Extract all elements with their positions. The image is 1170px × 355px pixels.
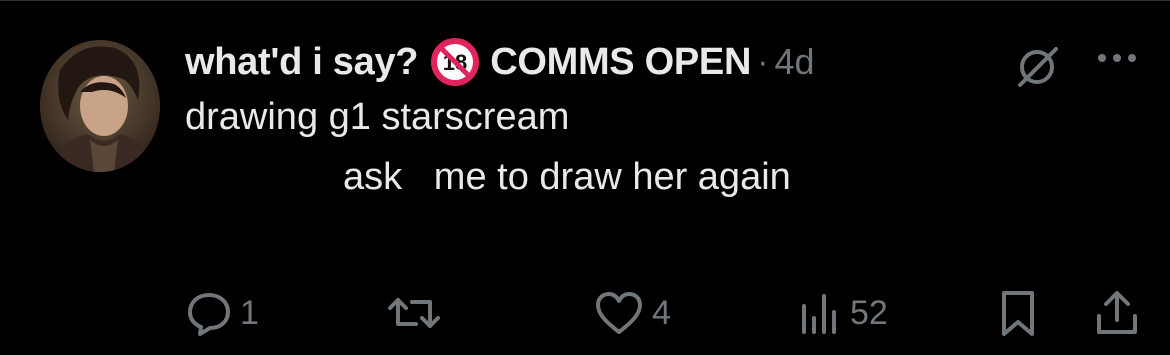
- analytics-icon: [802, 294, 836, 334]
- view-count: 52: [850, 293, 888, 332]
- display-name[interactable]: what'd i say?: [185, 41, 419, 84]
- divider: [0, 0, 1170, 1]
- avatar-image: [40, 40, 160, 172]
- reply-icon: [188, 293, 230, 336]
- heart-icon: [596, 292, 642, 334]
- post-header: what'd i say? 18 COMMS OPEN · 4d: [185, 34, 814, 90]
- action-bar: 1 4 52: [0, 285, 1170, 341]
- repost-icon: [388, 298, 440, 328]
- adult-content-18-icon: 18: [431, 38, 480, 86]
- more-icon: [1098, 54, 1136, 62]
- like-count: 4: [652, 293, 671, 332]
- avatar[interactable]: [40, 40, 160, 172]
- reply-count: 1: [240, 293, 259, 332]
- timestamp[interactable]: 4d: [774, 41, 814, 83]
- views-button[interactable]: 52: [798, 285, 888, 341]
- post-text-line1: drawing g1 starscream: [185, 96, 570, 138]
- bookmark-icon: [1002, 291, 1034, 336]
- reply-button[interactable]: 1: [186, 285, 259, 341]
- like-button[interactable]: 4: [594, 285, 671, 341]
- share-icon: [1097, 291, 1137, 334]
- bookmark-button[interactable]: [996, 285, 1040, 341]
- more-button[interactable]: [1090, 42, 1144, 72]
- repost-button[interactable]: [386, 285, 442, 341]
- share-button[interactable]: [1094, 285, 1140, 341]
- separator-dot: ·: [757, 42, 769, 81]
- grok-icon: [1018, 47, 1058, 87]
- grok-button[interactable]: [1012, 40, 1062, 90]
- display-name-suffix[interactable]: COMMS OPEN: [490, 41, 751, 84]
- post-text-line2: ask me to draw her again: [343, 156, 791, 198]
